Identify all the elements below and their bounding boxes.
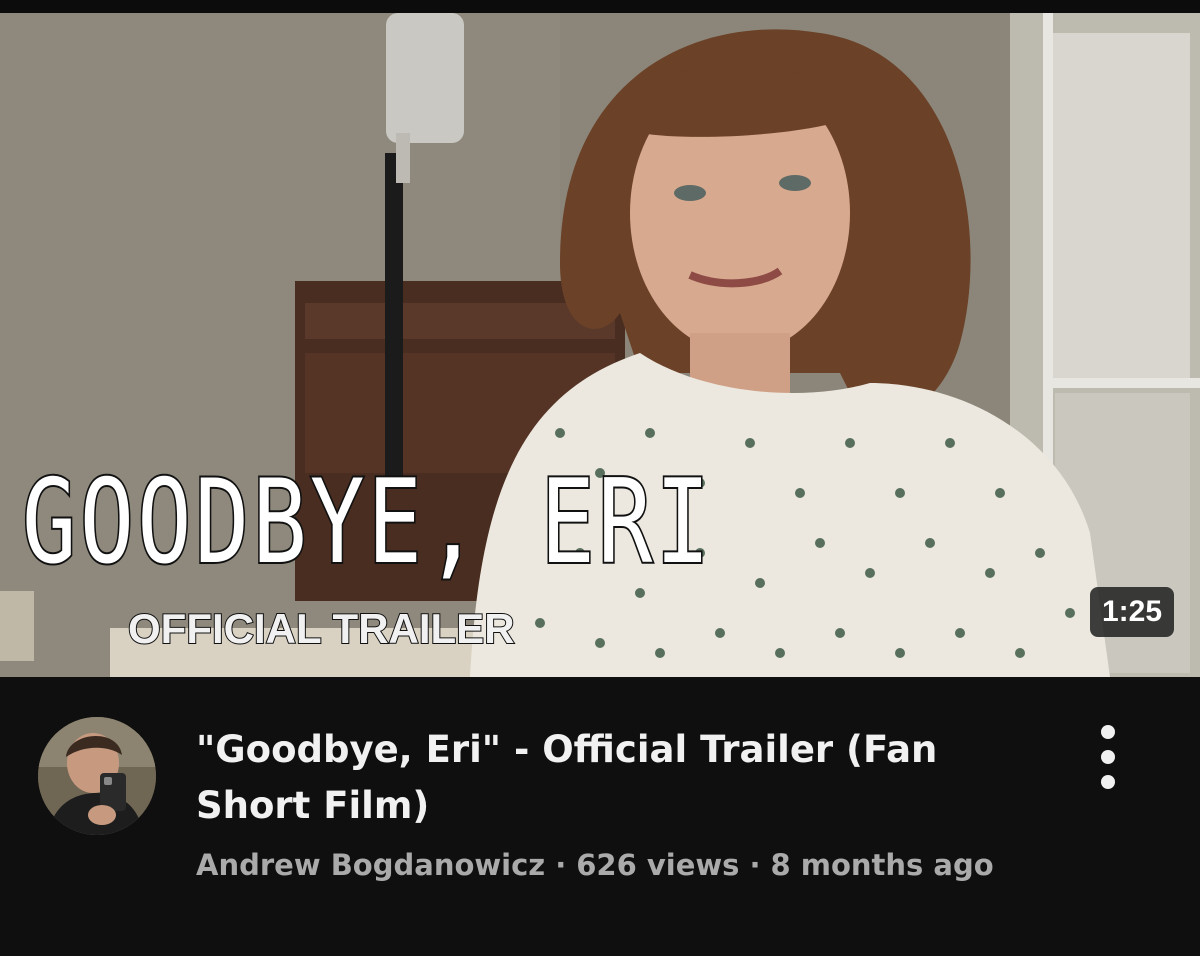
separator-dot: · [749,848,761,882]
channel-name[interactable]: Andrew Bogdanowicz [196,848,545,882]
iv-pole [385,153,403,483]
video-metadata: Andrew Bogdanowicz · 626 views · 8 months ag… [196,847,994,883]
thumbnail-subtitle-text: OFFICIAL TRAILER [127,604,516,653]
avatar-image [38,717,156,835]
view-count: 626 views [576,848,740,882]
iv-bag [386,13,464,143]
vertical-ellipsis-icon [1101,725,1115,739]
thumbnail-title-text: GOODBYE, ERI [20,455,714,590]
video-info-row: "Goodbye, Eri" - Official Trailer (Fan S… [0,677,1200,956]
separator-dot: · [555,848,567,882]
duration-badge: 1:25 [1089,587,1174,637]
video-title[interactable]: "Goodbye, Eri" - Official Trailer (Fan S… [196,722,1056,834]
upload-age: 8 months ago [770,848,994,882]
vertical-ellipsis-icon [1101,750,1115,764]
channel-avatar[interactable] [38,717,156,835]
top-strip [0,0,1200,13]
more-options-button[interactable] [1088,725,1128,789]
vertical-ellipsis-icon [1101,775,1115,789]
video-thumbnail[interactable]: GOODBYE, ERI OFFICIAL TRAILER 1:25 [0,13,1200,677]
